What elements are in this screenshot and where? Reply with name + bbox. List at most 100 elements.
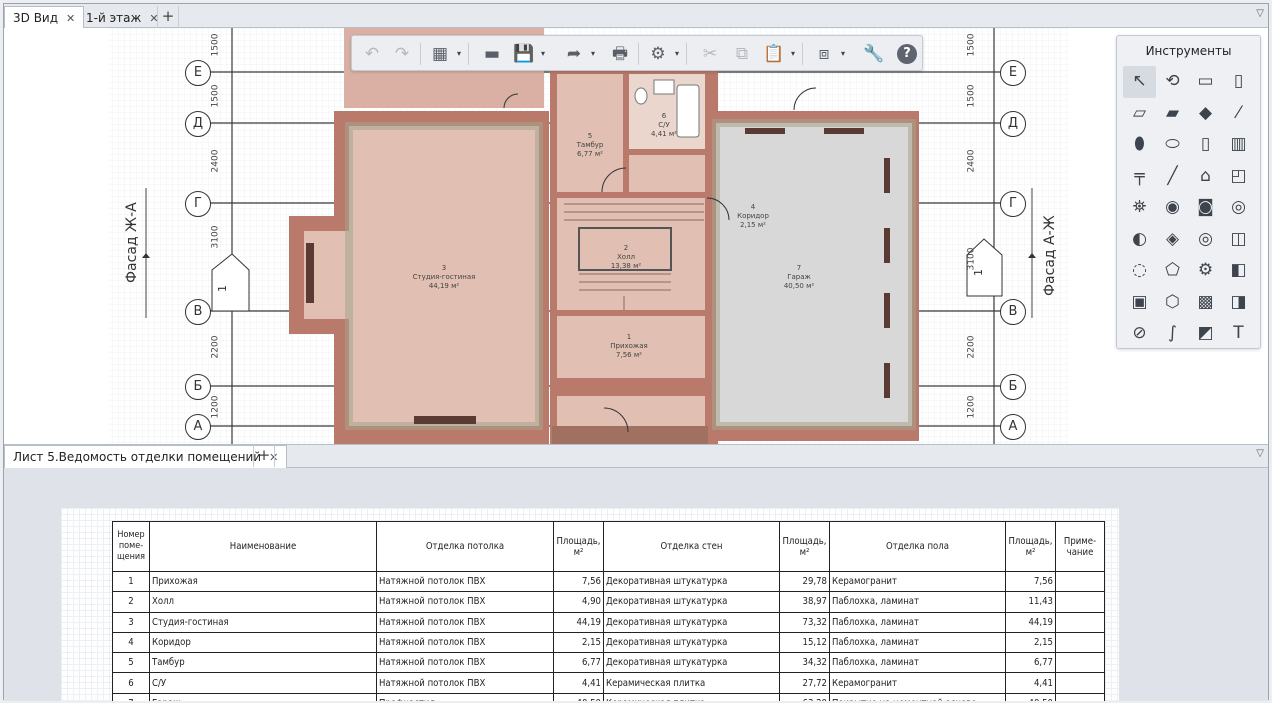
toilet-icon[interactable]: ⛯ bbox=[1123, 192, 1156, 224]
fan-icon[interactable]: ◎ bbox=[1189, 224, 1222, 256]
chevron-down-icon[interactable]: ▾ bbox=[788, 42, 798, 66]
calculator-icon[interactable]: ▣ bbox=[1123, 287, 1156, 319]
col-header: Отделка пола bbox=[829, 521, 1006, 572]
slab-icon[interactable]: ▱ bbox=[1123, 98, 1156, 130]
table-cell: Профнастил bbox=[376, 692, 554, 701]
table-cell: Натяжной потолок ПВХ bbox=[376, 591, 554, 613]
tab-menu-icon[interactable]: ▽ bbox=[1256, 448, 1264, 459]
table-icon[interactable]: ╤ bbox=[1123, 161, 1156, 193]
folder-open-icon[interactable]: ▬ bbox=[480, 42, 504, 66]
beam-icon[interactable]: ⁄ bbox=[1222, 98, 1255, 130]
appliance-icon[interactable]: ◈ bbox=[1156, 224, 1189, 256]
select-icon[interactable]: ↖ bbox=[1123, 66, 1156, 98]
table-cell: 2 bbox=[112, 591, 150, 613]
add-tab-button[interactable]: + bbox=[157, 6, 179, 28]
plumbing-icon[interactable]: ◌ bbox=[1123, 255, 1156, 287]
tab-label: 3D Вид bbox=[13, 11, 59, 25]
table-cell: Натяжной потолок ПВХ bbox=[376, 652, 554, 674]
dim-label: 3100 bbox=[210, 225, 221, 249]
box-icon[interactable]: ◫ bbox=[1222, 224, 1255, 256]
table-cell: Декоративная штукатурка bbox=[603, 570, 780, 593]
separator bbox=[638, 43, 639, 65]
roof-icon[interactable]: ▰ bbox=[1156, 98, 1189, 130]
finish-schedule-table: Номер поме-щения Наименование Отделка по… bbox=[112, 521, 1105, 701]
table-cell: 29,78 bbox=[779, 570, 830, 593]
table-cell: 38,97 bbox=[779, 591, 830, 613]
opening-icon[interactable]: ▯ bbox=[1189, 129, 1222, 161]
text-icon[interactable]: T bbox=[1222, 318, 1255, 350]
stove-icon[interactable]: ◧ bbox=[1222, 255, 1255, 287]
undo-icon[interactable]: ↶ bbox=[360, 42, 384, 66]
kitchen-icon[interactable]: ◙ bbox=[1189, 192, 1222, 224]
dim-label: 2400 bbox=[210, 149, 221, 173]
table-cell: 5 bbox=[112, 652, 150, 674]
render-icon[interactable]: ⚙ bbox=[646, 42, 670, 66]
dim-label: 2200 bbox=[210, 335, 221, 359]
axis-bubble: Г bbox=[185, 191, 211, 217]
cabinet-icon[interactable]: ▥ bbox=[1222, 129, 1255, 161]
col-header: Площадь, м² bbox=[779, 521, 830, 572]
rotate-icon[interactable]: ⟲ bbox=[1156, 66, 1189, 98]
chevron-down-icon[interactable]: ▾ bbox=[454, 42, 464, 66]
sofa-icon[interactable]: ◰ bbox=[1222, 161, 1255, 193]
heater-icon[interactable]: ⚙ bbox=[1189, 255, 1222, 287]
dimension-icon[interactable]: ⊘ bbox=[1123, 318, 1156, 350]
save-icon[interactable]: 💾 bbox=[512, 42, 536, 66]
sheet-viewport[interactable]: Номер поме-щения Наименование Отделка по… bbox=[4, 468, 1268, 701]
wrench-icon[interactable]: 🔧 bbox=[862, 42, 886, 66]
table-cell: Керамическая плитка bbox=[603, 692, 780, 701]
table-cell: 1 bbox=[112, 570, 150, 593]
chevron-down-icon[interactable]: ▾ bbox=[538, 42, 548, 66]
column-icon[interactable]: ▯ bbox=[1222, 66, 1255, 98]
table-cell bbox=[1055, 692, 1105, 701]
tab-menu-icon[interactable]: ▽ bbox=[1256, 8, 1264, 19]
print-icon[interactable]: 🖶 bbox=[608, 42, 632, 66]
tab-floor-1[interactable]: 1-й этаж ✕ bbox=[77, 6, 168, 28]
plan-viewport[interactable]: Фасад Ж-А Фасад А-Ж 1 1 Е Д Г В Б А Е Д … bbox=[4, 28, 1268, 444]
table-cell: Тамбур bbox=[149, 652, 377, 674]
figure-icon[interactable]: ⬡ bbox=[1156, 287, 1189, 319]
add-tab-button[interactable]: + bbox=[253, 445, 275, 467]
fill-icon[interactable]: ◩ bbox=[1189, 318, 1222, 350]
sink-icon[interactable]: ◐ bbox=[1123, 224, 1156, 256]
dim-label: 3100 bbox=[966, 247, 977, 271]
cut-icon[interactable]: ✂ bbox=[698, 42, 722, 66]
col-header: Наименование bbox=[149, 521, 377, 572]
chair-icon[interactable]: ⌂ bbox=[1189, 161, 1222, 193]
door-icon[interactable]: ⬭ bbox=[1156, 129, 1189, 161]
line-icon[interactable]: ╱ bbox=[1156, 161, 1189, 193]
close-icon[interactable]: ✕ bbox=[66, 8, 75, 30]
tv-icon[interactable]: ◨ bbox=[1222, 287, 1255, 319]
curve-icon[interactable]: ∫ bbox=[1156, 318, 1189, 350]
table-cell: 3 bbox=[112, 611, 150, 633]
table-cell: 40,50 bbox=[553, 692, 604, 701]
tab-3d-view[interactable]: 3D Вид ✕ bbox=[4, 6, 85, 30]
table-cell: Студия-гостиная bbox=[149, 611, 377, 633]
table-cell: 6,77 bbox=[1005, 652, 1056, 674]
paste-icon[interactable]: 📋 bbox=[762, 42, 786, 66]
chevron-down-icon[interactable]: ▾ bbox=[838, 42, 848, 66]
copy-icon[interactable]: ⧉ bbox=[730, 42, 754, 66]
help-icon[interactable]: ? bbox=[897, 44, 917, 64]
layers-icon[interactable]: ⧈ bbox=[812, 42, 836, 66]
tab-label: Лист 5.Ведомость отделки помещений bbox=[13, 450, 262, 464]
export-icon[interactable]: ➦ bbox=[562, 42, 586, 66]
chevron-down-icon[interactable]: ▾ bbox=[672, 42, 682, 66]
table-cell: 40,50 bbox=[1005, 692, 1056, 701]
tools-grid: ↖ ⟲ ▭ ▯ ▱ ▰ ◆ ⁄ ⬮ ⬭ ▯ ▥ ╤ ╱ ⌂ ◰ ⛯ ◉ ◙ ◎ ◐ ◈ ◎ ◫ ◌ ⬠ ⚙ ◧ ▣ ⬡ ▩ ◨ ⊘ ∫ ◩ T bbox=[1123, 66, 1255, 350]
stair-icon[interactable]: ◆ bbox=[1189, 98, 1222, 130]
table-cell: 2,15 bbox=[1005, 631, 1056, 654]
table-cell: 15,12 bbox=[779, 631, 830, 654]
3d-view-icon[interactable]: ▦ bbox=[428, 42, 452, 66]
lamp-icon[interactable]: ⬠ bbox=[1156, 255, 1189, 287]
table-cell: 7,56 bbox=[1005, 570, 1056, 593]
window-icon[interactable]: ⬮ bbox=[1123, 129, 1156, 161]
washer-icon[interactable]: ◉ bbox=[1156, 192, 1189, 224]
redo-icon[interactable]: ↷ bbox=[390, 42, 414, 66]
wall-icon[interactable]: ▭ bbox=[1189, 66, 1222, 98]
light-icon[interactable]: ◎ bbox=[1222, 192, 1255, 224]
chevron-down-icon[interactable]: ▾ bbox=[588, 42, 598, 66]
table-cell bbox=[1055, 631, 1105, 654]
tab-sheet-5[interactable]: Лист 5.Ведомость отделки помещений ✕ bbox=[4, 445, 288, 468]
hatch-icon[interactable]: ▩ bbox=[1189, 287, 1222, 319]
